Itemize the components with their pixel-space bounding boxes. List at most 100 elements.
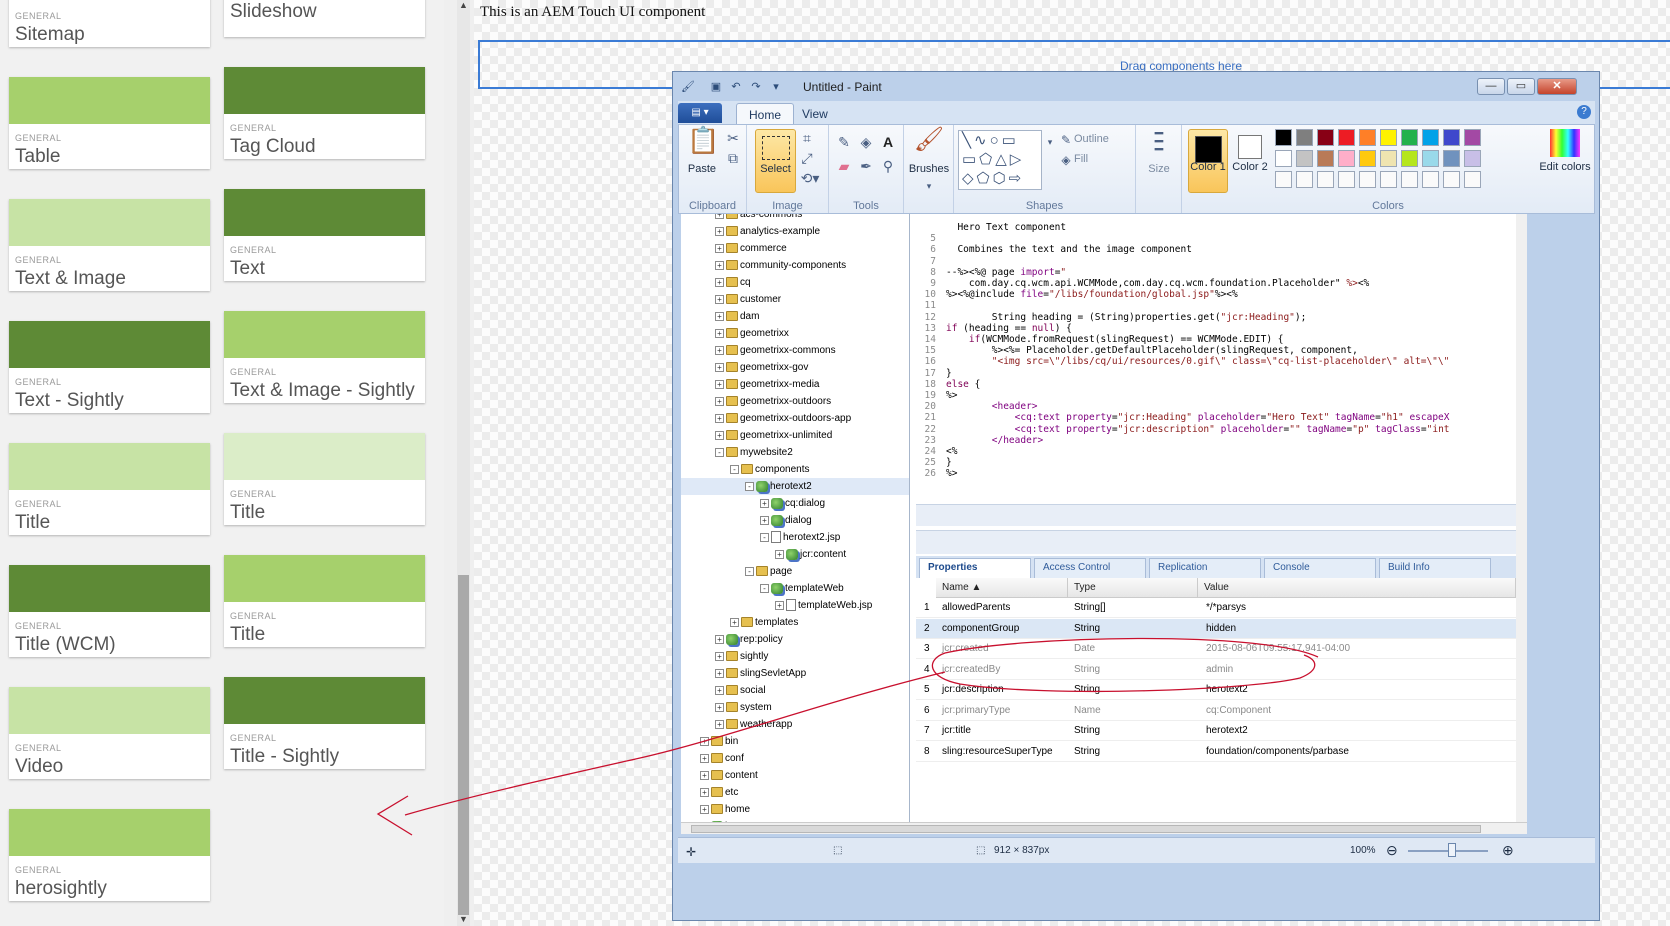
tree-expander-icon[interactable]: + (715, 719, 724, 729)
color-picker-icon[interactable]: ✒ (857, 157, 875, 175)
palette-swatch[interactable] (1359, 150, 1376, 167)
tree-expander-icon[interactable]: + (715, 214, 724, 219)
tree-expander-icon[interactable]: + (760, 498, 769, 508)
zoom-in-icon[interactable]: ⊕ (1502, 842, 1514, 859)
col-header-name[interactable]: Name ▲ (936, 578, 1068, 598)
palette-empty-swatch[interactable] (1359, 171, 1376, 188)
palette-swatch[interactable] (1443, 129, 1460, 146)
tree-expander-icon[interactable]: + (715, 413, 724, 423)
tree-node[interactable]: - mywebsite2 (681, 444, 909, 461)
component-card[interactable]: Slideshow (224, 0, 425, 37)
tree-node[interactable]: + geometrixx-outdoors-app (681, 410, 909, 427)
tree-node[interactable]: - templateWeb (681, 580, 909, 597)
edit-colors-icon[interactable] (1550, 129, 1580, 157)
property-row[interactable]: 3 jcr:created Date 2015-08-06T09:55:17.941-… (916, 639, 1516, 659)
tree-node[interactable]: + cq:dialog (681, 495, 909, 512)
scrollbar-thumb[interactable] (458, 575, 469, 915)
palette-empty-swatch[interactable] (1443, 171, 1460, 188)
shapes-gallery[interactable]: ╲∿○▭ ▭⬠△▷ ◇⬠⬡⇨ (958, 130, 1042, 190)
palette-empty-swatch[interactable] (1317, 171, 1334, 188)
tree-node[interactable]: + templates (681, 614, 909, 631)
component-card[interactable]: GENERAL Title (224, 555, 425, 647)
tab-console[interactable]: Console (1264, 558, 1376, 578)
tab-build-info[interactable]: Build Info (1379, 558, 1491, 578)
tree-node[interactable]: + geometrixx (681, 325, 909, 342)
tree-expander-icon[interactable]: + (700, 736, 709, 746)
tree-node[interactable]: - herotext2 (681, 478, 909, 495)
tree-expander-icon[interactable]: + (715, 668, 724, 678)
tab-properties[interactable]: Properties (919, 558, 1031, 578)
color2-label[interactable]: Color 2 (1230, 161, 1270, 173)
customize-toolbar-icon[interactable]: ▾ (769, 80, 783, 94)
palette-swatch[interactable] (1422, 129, 1439, 146)
undo-icon[interactable]: ↶ (729, 80, 743, 94)
pencil-icon[interactable]: ✎ (835, 133, 853, 151)
tree-node[interactable]: + jcr:content (681, 546, 909, 563)
component-card[interactable]: GENERAL Sitemap (9, 0, 210, 47)
tree-node[interactable]: + social (681, 682, 909, 699)
tree-expander-icon[interactable]: - (730, 464, 739, 474)
tree-node[interactable]: + rep:policy (681, 631, 909, 648)
palette-swatch[interactable] (1296, 150, 1313, 167)
col-header-type[interactable]: Type (1068, 578, 1198, 598)
paste-label[interactable]: Paste (683, 163, 721, 175)
tree-expander-icon[interactable]: - (745, 481, 754, 491)
tree-expander-icon[interactable]: + (760, 515, 769, 525)
tree-expander-icon[interactable]: + (715, 226, 724, 236)
canvas-horizontal-scrollbar[interactable] (681, 822, 1527, 834)
fill-bucket-icon[interactable]: ◈ (857, 133, 875, 151)
outline-icon[interactable]: ✎ (1058, 131, 1074, 149)
tree-node[interactable]: - page (681, 563, 909, 580)
rotate-icon[interactable]: ⟲▾ (799, 169, 821, 187)
tree-node[interactable]: + community-components (681, 257, 909, 274)
palette-swatch[interactable] (1380, 129, 1397, 146)
tree-node[interactable]: + weatherapp (681, 716, 909, 733)
tree-expander-icon[interactable]: + (775, 600, 784, 610)
shapes-scroll-icon[interactable]: ▾ (1044, 133, 1056, 151)
tree-expander-icon[interactable]: + (715, 685, 724, 695)
tree-expander-icon[interactable]: + (715, 328, 724, 338)
tree-node[interactable]: + content (681, 767, 909, 784)
palette-swatch[interactable] (1443, 150, 1460, 167)
palette-empty-swatch[interactable] (1296, 171, 1313, 188)
component-card[interactable]: GENERAL Video (9, 687, 210, 779)
component-card[interactable]: GENERAL Title - Sightly (224, 677, 425, 769)
tree-node[interactable]: - herotext2.jsp (681, 529, 909, 546)
tree-expander-icon[interactable]: + (730, 617, 739, 627)
scroll-up-icon[interactable]: ▲ (459, 0, 468, 10)
tree-expander-icon[interactable]: + (715, 260, 724, 270)
select-button[interactable] (755, 129, 796, 193)
tree-expander-icon[interactable]: - (745, 566, 754, 576)
component-card[interactable]: GENERAL herosightly (9, 809, 210, 901)
zoom-out-icon[interactable]: ⊖ (1386, 842, 1398, 859)
brushes-dropdown-icon[interactable]: ▾ (920, 177, 938, 195)
magnifier-icon[interactable]: ⚲ (879, 157, 897, 175)
tree-node[interactable]: + geometrixx-outdoors (681, 393, 909, 410)
component-card[interactable]: GENERAL Table (9, 77, 210, 169)
color2-swatch[interactable] (1238, 135, 1262, 159)
tree-expander-icon[interactable]: - (760, 532, 769, 542)
palette-swatch[interactable] (1464, 150, 1481, 167)
tree-node[interactable]: + slingSevletApp (681, 665, 909, 682)
palette-empty-swatch[interactable] (1338, 171, 1355, 188)
tree-node[interactable]: + commerce (681, 240, 909, 257)
tree-node[interactable]: + home (681, 801, 909, 818)
tab-view[interactable]: View (790, 103, 840, 124)
tree-node[interactable]: + geometrixx-commons (681, 342, 909, 359)
zoom-slider-thumb[interactable] (1448, 843, 1456, 857)
tab-home[interactable]: Home (736, 103, 795, 124)
tree-expander-icon[interactable]: + (715, 396, 724, 406)
redo-icon[interactable]: ↷ (749, 80, 763, 94)
tree-node[interactable]: + geometrixx-media (681, 376, 909, 393)
component-card[interactable]: GENERAL Tag Cloud (224, 67, 425, 159)
text-tool-icon[interactable]: A (879, 133, 897, 151)
palette-swatch[interactable] (1317, 129, 1334, 146)
palette-swatch[interactable] (1380, 150, 1397, 167)
paste-icon[interactable]: 📋 (687, 127, 719, 161)
help-icon[interactable]: ? (1577, 105, 1591, 119)
tree-expander-icon[interactable]: + (715, 277, 724, 287)
tree-node[interactable]: + templateWeb.jsp (681, 597, 909, 614)
tree-expander-icon[interactable]: + (715, 345, 724, 355)
palette-empty-swatch[interactable] (1401, 171, 1418, 188)
close-button[interactable]: ✕ (1537, 78, 1577, 95)
